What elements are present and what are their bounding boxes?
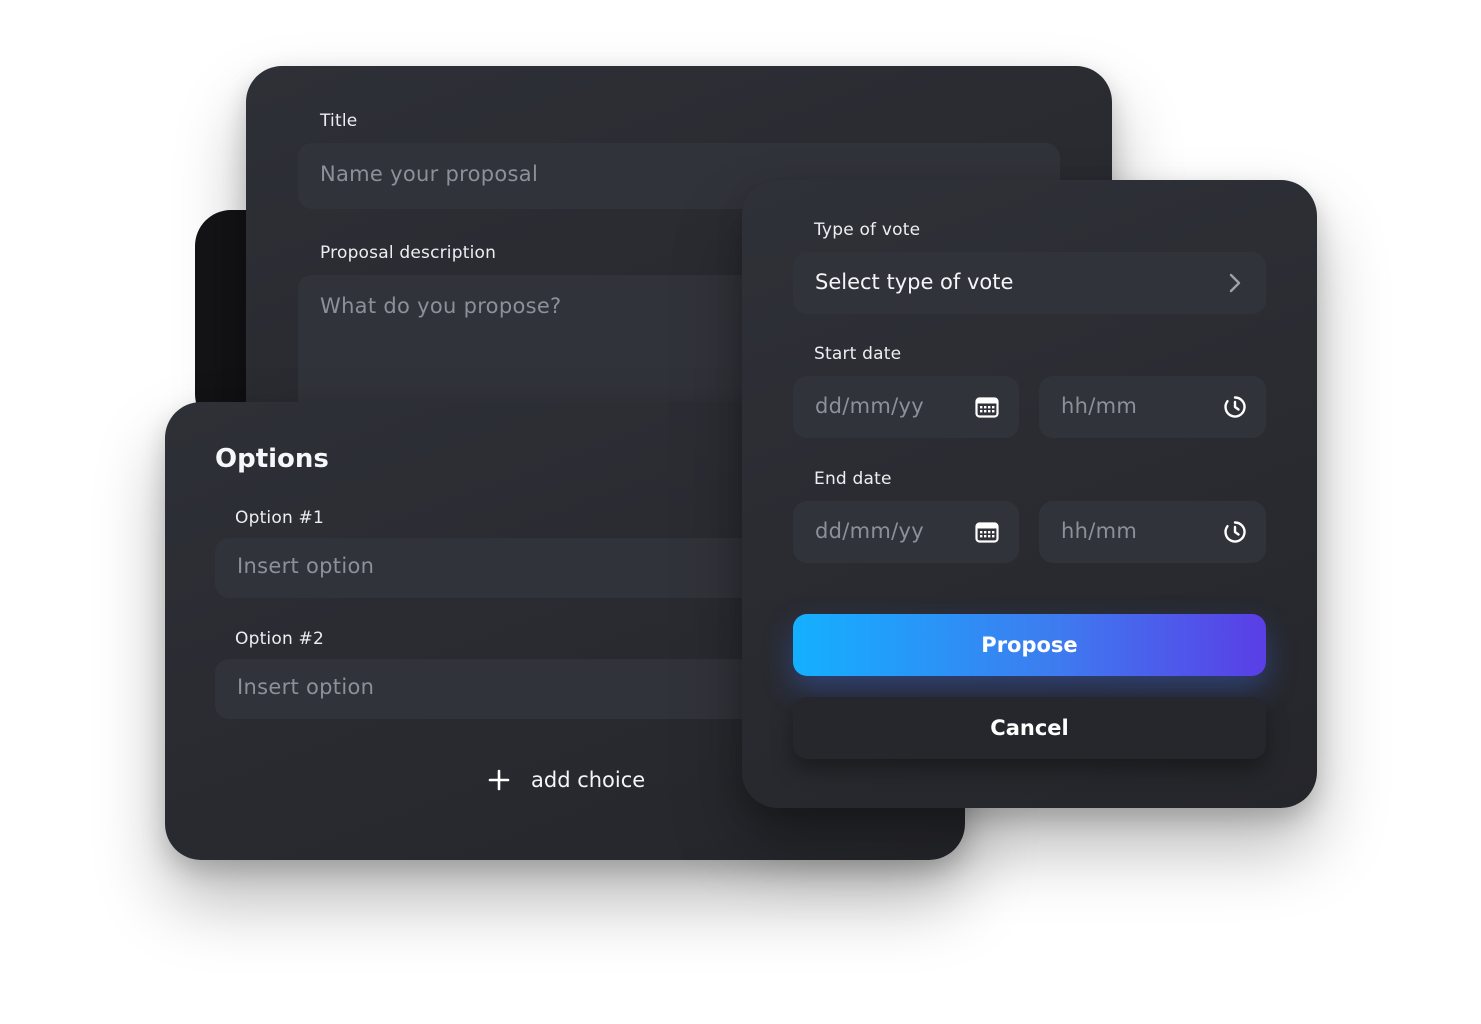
vote-type-label: Type of vote [814,220,921,240]
vote-type-select[interactable]: Select type of vote [793,252,1266,314]
description-label: Proposal description [320,243,497,263]
option-1-placeholder: Insert option [237,554,375,578]
start-time-input[interactable]: hh/mm [1039,376,1266,438]
chevron-right-icon [1229,273,1241,293]
add-choice-label: add choice [531,768,646,792]
end-date-input[interactable]: dd/mm/yy [793,501,1019,563]
propose-button[interactable]: Propose [793,614,1266,676]
clock-icon[interactable] [1223,395,1247,419]
title-label: Title [320,111,358,131]
calendar-icon[interactable] [975,521,999,543]
end-date-label: End date [814,469,892,489]
option-2-placeholder: Insert option [237,675,375,699]
start-date-placeholder: dd/mm/yy [815,394,924,418]
option-1-label: Option #1 [235,508,324,528]
calendar-icon[interactable] [975,396,999,418]
title-placeholder: Name your proposal [320,162,539,186]
start-time-placeholder: hh/mm [1061,394,1138,418]
cancel-button[interactable]: Cancel [793,697,1266,759]
clock-icon[interactable] [1223,520,1247,544]
options-heading: Options [215,444,329,474]
start-date-label: Start date [814,344,902,364]
add-choice-button[interactable]: add choice [487,760,645,800]
description-placeholder: What do you propose? [320,294,562,318]
vote-type-value: Select type of vote [815,270,1014,294]
option-2-label: Option #2 [235,629,324,649]
start-date-input[interactable]: dd/mm/yy [793,376,1019,438]
end-date-placeholder: dd/mm/yy [815,519,924,543]
end-time-placeholder: hh/mm [1061,519,1138,543]
plus-icon [488,769,510,791]
end-time-input[interactable]: hh/mm [1039,501,1266,563]
